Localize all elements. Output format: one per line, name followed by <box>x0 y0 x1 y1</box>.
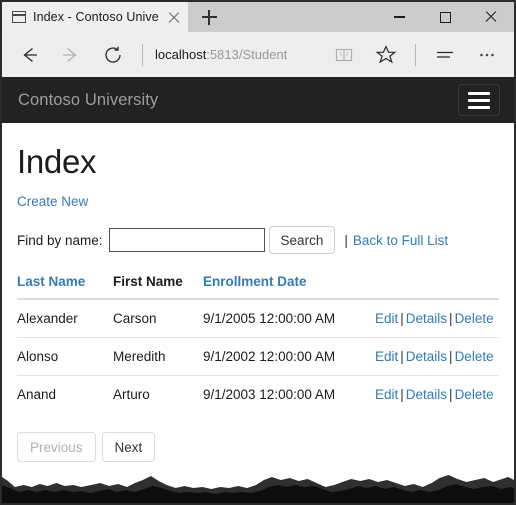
cell-actions: Edit | Details | Delete <box>375 375 499 413</box>
column-header-enrollment-date[interactable]: Enrollment Date <box>203 274 375 299</box>
window-close-button[interactable] <box>468 2 514 32</box>
reading-view-button[interactable] <box>323 35 365 75</box>
action-edit-link[interactable]: Edit <box>375 387 398 402</box>
back-button[interactable] <box>8 35 50 75</box>
cell-first-name: Arturo <box>113 375 203 413</box>
action-separator: | <box>400 387 404 402</box>
table-head: Last Name First Name Enrollment Date <box>17 274 499 299</box>
action-separator: | <box>449 349 453 364</box>
web-page: Contoso University Index Create New Find… <box>2 77 514 462</box>
url-path: :5813/Student <box>206 47 288 62</box>
action-separator: | <box>400 349 404 364</box>
browser-window: Index - Contoso Univers localhost:5813/S… <box>0 0 516 505</box>
create-new-row: Create New <box>17 193 499 211</box>
torn-edge-shape <box>2 475 514 503</box>
action-separator: | <box>400 311 404 326</box>
table-row: Alexander Carson 9/1/2005 12:00:00 AM Edit |… <box>17 299 499 338</box>
favorites-star-icon[interactable] <box>365 35 407 75</box>
hamburger-bar <box>468 105 490 109</box>
toolbar-divider <box>142 43 143 66</box>
action-details-link[interactable]: Details <box>406 387 447 402</box>
back-to-full-list-link[interactable]: Back to Full List <box>353 233 448 248</box>
students-table: Last Name First Name Enrollment Date Ale… <box>17 274 499 413</box>
tab-title: Index - Contoso Univers <box>33 10 159 24</box>
action-details-link[interactable]: Details <box>406 349 447 364</box>
site-navbar: Contoso University <box>2 77 514 123</box>
action-separator: | <box>449 311 453 326</box>
search-input[interactable] <box>108 228 265 252</box>
new-tab-button[interactable] <box>188 2 230 32</box>
cell-first-name: Meredith <box>113 337 203 376</box>
action-edit-link[interactable]: Edit <box>375 349 398 364</box>
table-body: Alexander Carson 9/1/2005 12:00:00 AM Edit |… <box>17 299 499 413</box>
cell-last-name: Alonso <box>17 337 113 376</box>
action-separator: | <box>449 387 453 402</box>
page-title: Index <box>17 143 97 180</box>
action-details-link[interactable]: Details <box>406 311 447 326</box>
action-delete-link[interactable]: Delete <box>455 387 494 402</box>
more-settings-button[interactable] <box>466 35 508 75</box>
url-text: localhost:5813/Student <box>155 47 287 62</box>
browser-toolbar: localhost:5813/Student <box>2 32 514 77</box>
table-row: Anand Arturo 9/1/2003 12:00:00 AM Edit | Deta… <box>17 375 499 413</box>
next-button[interactable]: Next <box>101 432 156 462</box>
site-brand[interactable]: Contoso University <box>18 91 158 110</box>
search-label: Find by name: <box>17 232 103 248</box>
action-delete-link[interactable]: Delete <box>455 311 494 326</box>
cell-actions: Edit | Details | Delete <box>375 299 499 338</box>
hamburger-bar <box>468 91 490 95</box>
table-header-row: Last Name First Name Enrollment Date <box>17 274 499 299</box>
toolbar-actions <box>323 35 508 75</box>
cell-actions: Edit | Details | Delete <box>375 337 499 376</box>
cell-enrollment-date: 9/1/2003 12:00:00 AM <box>203 375 375 413</box>
cell-last-name: Anand <box>17 375 113 413</box>
search-separator: | <box>344 232 348 248</box>
tab-close-icon[interactable] <box>166 9 182 25</box>
window-controls <box>376 2 514 32</box>
hamburger-icon[interactable] <box>458 84 500 116</box>
sort-last-name-link[interactable]: Last Name <box>17 274 85 289</box>
refresh-button[interactable] <box>92 35 134 75</box>
search-form: Find by name: Search | Back to Full List <box>17 226 499 254</box>
title-bar: Index - Contoso Univers <box>2 2 514 32</box>
hamburger-bar <box>468 98 490 102</box>
address-bar[interactable]: localhost:5813/Student <box>151 35 323 75</box>
maximize-button[interactable] <box>422 2 468 32</box>
cell-first-name: Carson <box>113 311 157 326</box>
pagination: Previous Next <box>17 432 499 462</box>
column-header-last-name[interactable]: Last Name <box>17 274 113 299</box>
column-header-actions <box>375 274 499 299</box>
search-button[interactable]: Search <box>268 226 336 254</box>
minimize-button[interactable] <box>376 2 422 32</box>
page-content: Index Create New Find by name: Search | … <box>2 123 514 462</box>
cell-enrollment-date: 9/1/2002 12:00:00 AM <box>203 337 375 376</box>
previous-button[interactable]: Previous <box>17 432 96 462</box>
cell-last-name: Alexander <box>17 311 78 326</box>
url-host: localhost <box>155 47 207 62</box>
column-header-first-name: First Name <box>113 274 183 289</box>
forward-button[interactable] <box>50 35 92 75</box>
hub-button[interactable] <box>424 35 466 75</box>
page-icon <box>12 11 26 23</box>
torn-page-edge <box>2 461 514 503</box>
table-row: Alonso Meredith 9/1/2002 12:00:00 AM Edit | D… <box>17 337 499 376</box>
browser-tab[interactable]: Index - Contoso Univers <box>2 2 188 32</box>
action-delete-link[interactable]: Delete <box>455 349 494 364</box>
cell-enrollment-date: 9/1/2005 12:00:00 AM <box>203 311 336 326</box>
create-new-link[interactable]: Create New <box>17 194 88 209</box>
toolbar-divider-2 <box>415 43 416 66</box>
action-edit-link[interactable]: Edit <box>375 311 398 326</box>
sort-enrollment-date-link[interactable]: Enrollment Date <box>203 274 307 289</box>
